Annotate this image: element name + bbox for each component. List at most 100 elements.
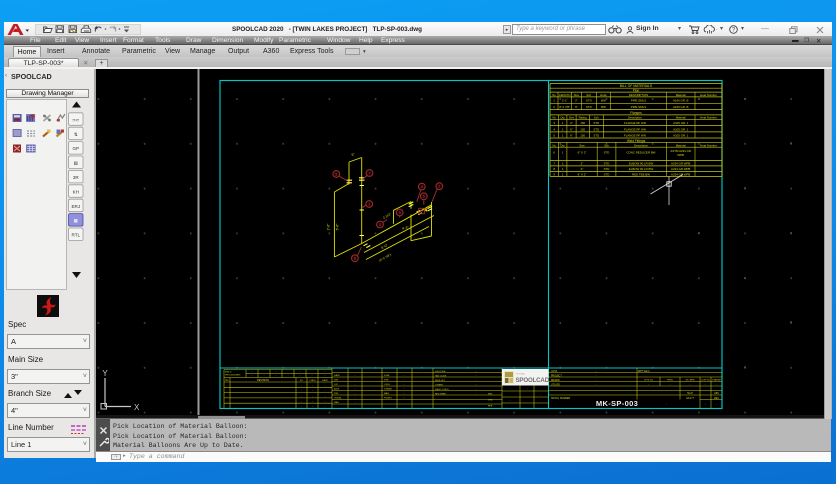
svg-text:STD: STD: [604, 167, 610, 171]
svg-text:1: 1: [562, 134, 564, 138]
svg-text:Description: Description: [634, 143, 648, 147]
svg-text:-: -: [705, 403, 706, 406]
svg-text:Rating: Rating: [579, 116, 588, 120]
svg-text:MAG: MAG: [334, 401, 339, 404]
svg-text:-: -: [527, 389, 528, 391]
svg-text:PROJECT: PROJECT: [551, 375, 562, 377]
svg-text:A105 GR. 1: A105 GR. 1: [673, 127, 688, 131]
svg-text:7: 7: [553, 162, 555, 166]
svg-text:RED TEE BW: RED TEE BW: [632, 172, 650, 176]
svg-text:2": 2": [581, 162, 584, 166]
svg-text:-: -: [312, 390, 313, 393]
svg-text:5: 5: [421, 210, 423, 214]
svg-text:PIPE SMLS: PIPE SMLS: [631, 105, 646, 109]
svg-text:A105 GR. 1: A105 GR. 1: [673, 121, 688, 125]
svg-text:2 1/2″: 2 1/2″: [382, 212, 392, 220]
svg-text:2'-1": 2'-1": [562, 99, 568, 103]
svg-text:2": 2": [581, 167, 584, 171]
svg-text:A234 GR WPB: A234 GR WPB: [671, 162, 690, 166]
svg-text:OTHER: OTHER: [435, 385, 443, 387]
svg-text:150: 150: [580, 134, 585, 138]
svg-text:WTX (X): WTX (X): [644, 380, 653, 382]
svg-text:-: -: [325, 400, 326, 403]
svg-text:S/M: S/M: [334, 380, 338, 382]
svg-text:GHD: GHD: [488, 399, 493, 401]
svg-text:SA/177: SA/177: [686, 397, 695, 400]
svg-text:LENGTH: LENGTH: [559, 93, 570, 97]
svg-text:6'-0″: 6'-0″: [381, 243, 390, 250]
svg-text:U-P/#: U-P/#: [551, 371, 558, 373]
svg-text:REV: REV: [714, 397, 719, 400]
svg-text:STD: STD: [593, 127, 599, 131]
svg-text:BW: BW: [601, 99, 606, 103]
svg-text:ERJ: ERJ: [71, 204, 80, 209]
svg-text:-: -: [312, 374, 313, 377]
svg-text:-: -: [325, 384, 326, 387]
svg-text:WPB: WPB: [677, 153, 684, 157]
svg-text:VISUAL: VISUAL: [334, 397, 343, 400]
svg-text:1: 1: [553, 99, 555, 103]
svg-text:⇅: ⇅: [74, 132, 78, 137]
svg-text:150: 150: [580, 121, 585, 125]
svg-text:5'-6″: 5'-6″: [336, 223, 340, 231]
svg-text:DESCRIPTION: DESCRIPTION: [629, 93, 648, 97]
svg-text:MK-SP-003: MK-SP-003: [596, 399, 638, 408]
svg-text:6: 6: [553, 151, 555, 155]
svg-text:SA-HT STR.S: SA-HT STR.S: [435, 388, 449, 391]
svg-text:UTIL RD: UTIL RD: [551, 384, 560, 386]
svg-text:RFB: RFB: [488, 405, 493, 407]
svg-text:LIN CODE: LIN CODE: [435, 371, 446, 373]
svg-text:SPOOLCAD: SPOOLCAD: [516, 377, 550, 384]
svg-text:DRAWN: DRAWN: [551, 379, 560, 382]
svg-text:3R: 3R: [73, 175, 80, 180]
svg-text:-: -: [510, 401, 511, 403]
svg-text:-: -: [312, 395, 313, 398]
svg-text:STD: STD: [593, 121, 599, 125]
svg-text:-: -: [301, 390, 302, 393]
svg-text:WELD: WELD: [225, 371, 232, 373]
svg-text:SO-P: SO-P: [687, 392, 693, 395]
svg-text:AS-B: AS-B: [334, 388, 340, 391]
svg-text:-: -: [325, 390, 326, 393]
svg-text:KH: KH: [73, 189, 79, 194]
svg-text:⊃⊂: ⊃⊂: [72, 117, 80, 122]
svg-text:2": 2": [575, 99, 578, 103]
svg-text:RFD WIRE: RFD WIRE: [435, 394, 446, 396]
svg-text:1: 1: [562, 162, 564, 166]
svg-text:FLANGE RF WN: FLANGE RF WN: [624, 134, 646, 138]
svg-text:STEAM: STEAM: [384, 388, 392, 391]
svg-text:Ends: Ends: [600, 93, 607, 97]
svg-text:Size: Size: [569, 116, 575, 120]
svg-text:3: 3: [553, 121, 555, 125]
svg-text:-: -: [325, 395, 326, 398]
svg-text:-: -: [301, 384, 302, 387]
svg-text:DATE: DATE: [334, 374, 340, 377]
svg-text:6": 6": [570, 127, 573, 131]
svg-text:FINIS: FINIS: [667, 380, 673, 382]
svg-text:Material: Material: [676, 143, 686, 147]
svg-text:GP: GP: [72, 146, 79, 151]
svg-text:A105 GR. 1: A105 GR. 1: [673, 134, 688, 138]
svg-text:Weld Fittings: Weld Fittings: [627, 139, 646, 143]
svg-text:Pipe: Pipe: [633, 88, 640, 92]
svg-text:2'-6″: 2'-6″: [327, 223, 331, 231]
svg-text:ELBOW 90 LR BW: ELBOW 90 LR BW: [629, 167, 654, 171]
svg-text:-: -: [690, 384, 691, 386]
svg-text:STD: STD: [604, 151, 610, 155]
svg-text:S/O BEN: S/O BEN: [686, 380, 695, 382]
svg-text:150: 150: [580, 127, 585, 131]
svg-text:P/M: P/M: [334, 393, 338, 395]
svg-text:BW: BW: [601, 105, 606, 109]
svg-text:6″: 6″: [351, 152, 356, 157]
svg-text:Qty: Qty: [560, 143, 565, 147]
svg-text:(4'-9 7/8″): (4'-9 7/8″): [378, 253, 392, 263]
svg-text:A106 GR. B: A106 GR. B: [673, 105, 688, 109]
svg-text:1: 1: [562, 127, 564, 131]
svg-text:Qty: Qty: [560, 116, 565, 120]
svg-text:CONC REDUCER BW: CONC REDUCER BW: [626, 151, 655, 155]
svg-text:-: -: [705, 384, 706, 386]
svg-text:1: 1: [562, 167, 564, 171]
svg-text:CONT S/L: CONT S/L: [701, 380, 711, 382]
svg-text:-: -: [312, 384, 313, 387]
svg-text:WPT Fab`k: WPT Fab`k: [638, 370, 650, 373]
